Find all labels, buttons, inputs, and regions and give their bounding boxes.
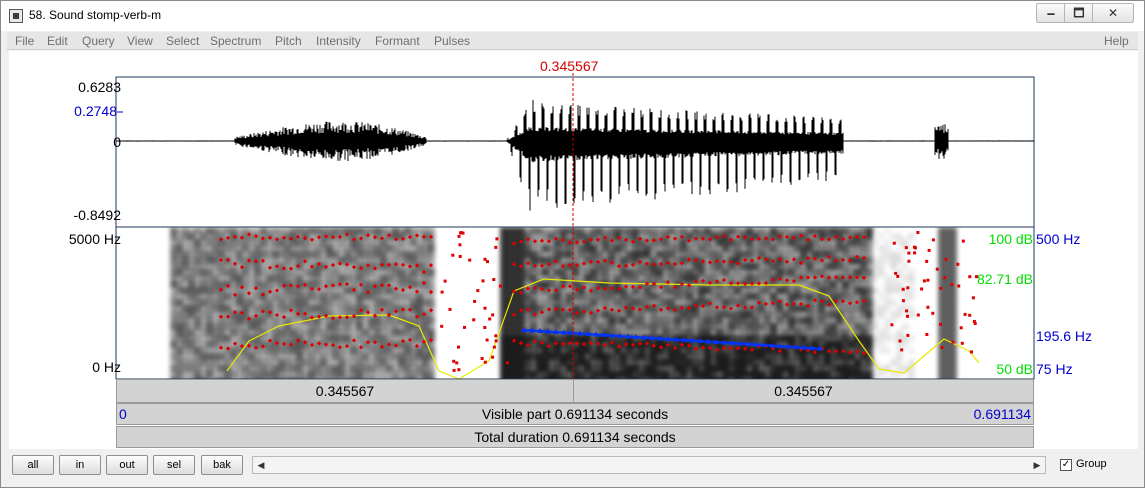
timebar-left-part[interactable]: 0.345567 xyxy=(116,379,574,403)
zoom-in-button[interactable]: in xyxy=(59,455,101,475)
cursor-time-label: 0.345567 xyxy=(540,58,599,74)
zoom-selection-button[interactable]: sel xyxy=(153,455,195,475)
menu-help[interactable]: Help xyxy=(1104,34,1129,48)
waveform-ymax-label: 0.6283 xyxy=(78,79,121,95)
total-duration-label: Total duration 0.691134 seconds xyxy=(474,429,676,445)
menu-select[interactable]: Select xyxy=(166,34,199,48)
spectrogram-freq-top-label: 5000 Hz xyxy=(68,231,121,247)
zoom-back-button[interactable]: bak xyxy=(201,455,243,475)
scroll-right-icon[interactable]: ▶ xyxy=(1029,457,1045,473)
timebar-right-part[interactable]: 0.345567 xyxy=(573,379,1034,403)
visible-end-time: 0.691134 xyxy=(973,406,1031,422)
spectrogram-freq-bottom-label: 0 Hz xyxy=(92,359,121,375)
visible-part-label: Visible part 0.691134 seconds xyxy=(481,406,669,422)
app-icon xyxy=(9,9,23,23)
pitch-bottom-label: 75 Hz xyxy=(1036,361,1073,377)
visible-start-time: 0 xyxy=(119,406,127,422)
scroll-left-icon[interactable]: ◀ xyxy=(253,457,269,473)
menu-intensity[interactable]: Intensity xyxy=(316,34,361,48)
pitch-top-label: 500 Hz xyxy=(1036,231,1081,247)
title-bar: 58. Sound stomp-verb-m 🗕 🗖 ✕ xyxy=(1,1,1144,31)
sound-drawing-area[interactable]: 0.345567 0.6283 0.2748 0 -0.8492 5000 Hz… xyxy=(9,51,1138,449)
zoom-all-button[interactable]: all xyxy=(12,455,54,475)
zoom-out-button[interactable]: out xyxy=(106,455,148,475)
time-scrollbar[interactable]: ◀ ▶ xyxy=(252,456,1046,474)
intensity-top-label: 100 dB xyxy=(988,231,1033,247)
menu-query[interactable]: Query xyxy=(82,34,115,48)
waveform-ymin-label: -0.8492 xyxy=(73,207,121,223)
timebar-visible-part[interactable]: 0 Visible part 0.691134 seconds 0.691134 xyxy=(116,403,1034,425)
window-title: 58. Sound stomp-verb-m xyxy=(29,8,162,22)
group-label: Group xyxy=(1076,458,1107,470)
menu-spectrum[interactable]: Spectrum xyxy=(210,34,261,48)
maximize-button[interactable]: 🗖 xyxy=(1064,3,1094,23)
spectrogram xyxy=(116,227,1034,379)
timebar-total-duration[interactable]: Total duration 0.691134 seconds xyxy=(116,426,1034,448)
waveform-zero-label: 0 xyxy=(113,134,121,150)
group-checkbox[interactable]: ✓ xyxy=(1060,459,1072,471)
bottom-toolbar: all in out sel bak ◀ ▶ ✓ Group xyxy=(1,451,1144,487)
menu-file[interactable]: File xyxy=(15,34,34,48)
spectrogram-energy xyxy=(170,227,957,379)
close-button[interactable]: ✕ xyxy=(1092,3,1134,23)
menu-bar: File Edit Query View Select Spectrum Pit… xyxy=(7,32,1138,50)
menu-edit[interactable]: Edit xyxy=(47,34,68,48)
minimize-button[interactable]: 🗕 xyxy=(1036,3,1066,23)
praat-sound-editor-window: 58. Sound stomp-verb-m 🗕 🗖 ✕ File Edit Q… xyxy=(0,0,1145,488)
intensity-value-label: 82.71 dB xyxy=(976,271,1033,287)
intensity-bottom-label: 50 dB xyxy=(996,361,1033,377)
menu-pitch[interactable]: Pitch xyxy=(275,34,302,48)
menu-view[interactable]: View xyxy=(127,34,153,48)
pitch-value-label: 195.6 Hz xyxy=(1036,328,1093,344)
menu-formant[interactable]: Formant xyxy=(375,34,420,48)
menu-pulses[interactable]: Pulses xyxy=(434,34,470,48)
waveform-cursor-amplitude-label: 0.2748 xyxy=(74,103,117,119)
